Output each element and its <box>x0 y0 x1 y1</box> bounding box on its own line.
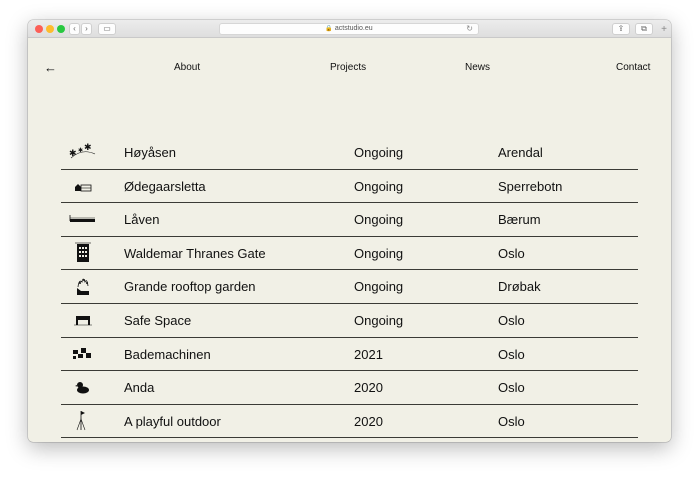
back-arrow-icon[interactable]: ‹ <box>69 23 80 35</box>
sidebar-icon[interactable]: ▭ <box>98 23 116 35</box>
building-icon <box>67 241 97 263</box>
project-location: Oslo <box>498 380 525 396</box>
project-name[interactable]: Anda <box>124 379 154 397</box>
project-location: Oslo <box>498 413 525 429</box>
project-row[interactable]: Bademachinen 2021 Oslo <box>61 338 638 372</box>
project-name[interactable]: Låven <box>124 211 159 229</box>
project-row[interactable]: Låven Ongoing Bærum <box>61 203 638 237</box>
project-location: Drøbak <box>498 279 541 295</box>
nav-contact[interactable]: Contact <box>616 60 650 76</box>
close-window-button[interactable] <box>35 25 43 33</box>
duck-icon <box>67 375 97 397</box>
project-status: 2021 <box>354 346 383 362</box>
reload-icon[interactable]: ↻ <box>466 24 473 34</box>
nav-news[interactable]: News <box>465 60 490 76</box>
project-status: Ongoing <box>354 212 404 228</box>
project-row[interactable]: La Maths Chambois2019Oslo <box>61 438 638 442</box>
project-location: Oslo <box>498 312 525 328</box>
project-row[interactable]: Waldemar Thranes Gate Ongoing Oslo <box>61 237 638 271</box>
project-location: Oslo <box>498 346 525 362</box>
nav-about[interactable]: About <box>174 60 200 76</box>
new-tab-icon[interactable]: + <box>657 24 671 38</box>
url-text: actstudio.eu <box>334 25 373 32</box>
zoom-window-button[interactable] <box>57 25 65 33</box>
project-row[interactable]: Ødegaarsletta Ongoing Sperrebotn <box>61 170 638 204</box>
browser-toolbar: ‹ › ▭ 🔒 actstudio.eu ↻ ⇪ ⧉ + <box>28 20 671 38</box>
project-name[interactable]: Grande rooftop garden <box>124 278 256 296</box>
address-bar[interactable]: 🔒 actstudio.eu ↻ <box>219 23 479 35</box>
project-name[interactable]: Waldemar Thranes Gate <box>124 245 266 263</box>
project-status: Ongoing <box>354 279 404 295</box>
rooftop-garden-icon <box>67 274 97 296</box>
project-location: Arendal <box>498 145 543 160</box>
project-location: Bærum <box>498 212 541 228</box>
share-icon[interactable]: ⇪ <box>612 23 630 35</box>
bench-icon <box>67 308 97 330</box>
project-row[interactable]: Grande rooftop garden Ongoing Drøbak <box>61 270 638 304</box>
project-row[interactable]: Safe Space Ongoing Oslo <box>61 304 638 338</box>
project-name[interactable]: Ødegaarsletta <box>124 178 206 196</box>
flag-icon <box>67 409 97 431</box>
stars-icon: ✱ ✱ ✱ <box>67 140 97 162</box>
project-status: 2020 <box>354 380 383 396</box>
project-row[interactable]: Anda 2020 Oslo <box>61 371 638 405</box>
project-row[interactable]: ✱ ✱ ✱ Høyåsen Ongoing Arendal <box>61 136 638 170</box>
project-location: Sperrebotn <box>498 178 563 194</box>
forward-arrow-icon[interactable]: › <box>81 23 92 35</box>
tabs-icon[interactable]: ⧉ <box>635 23 653 35</box>
project-status: 2020 <box>354 413 383 429</box>
project-status: Ongoing <box>354 178 404 194</box>
svg-text:✱: ✱ <box>84 142 92 152</box>
nav-projects[interactable]: Projects <box>330 60 366 76</box>
barn-icon <box>67 207 97 229</box>
lock-icon: 🔒 <box>325 26 333 32</box>
project-row[interactable]: A playful outdoor 2020 Oslo <box>61 405 638 439</box>
project-location: Oslo <box>498 245 525 261</box>
project-status: Ongoing <box>354 312 404 328</box>
project-name[interactable]: A playful outdoor <box>124 413 221 431</box>
project-status: Ongoing <box>354 245 404 261</box>
house-icon <box>67 174 97 196</box>
project-name[interactable]: Safe Space <box>124 312 191 330</box>
back-arrow-link[interactable]: ← <box>44 60 57 76</box>
projects-table: ✱ ✱ ✱ Høyåsen Ongoing Arendal Ødegaarsletta Ong… <box>61 136 638 442</box>
blocks-icon <box>67 342 97 364</box>
page-content: ← About Projects News Contact ✱ ✱ ✱ Høyåsen… <box>28 38 671 442</box>
browser-window: ‹ › ▭ 🔒 actstudio.eu ↻ ⇪ ⧉ + ← About Proj… <box>28 20 671 442</box>
project-name[interactable]: Høyåsen <box>124 144 176 162</box>
project-name[interactable]: Bademachinen <box>124 346 211 364</box>
project-status: Ongoing <box>354 145 404 160</box>
minimize-window-button[interactable] <box>46 25 54 33</box>
